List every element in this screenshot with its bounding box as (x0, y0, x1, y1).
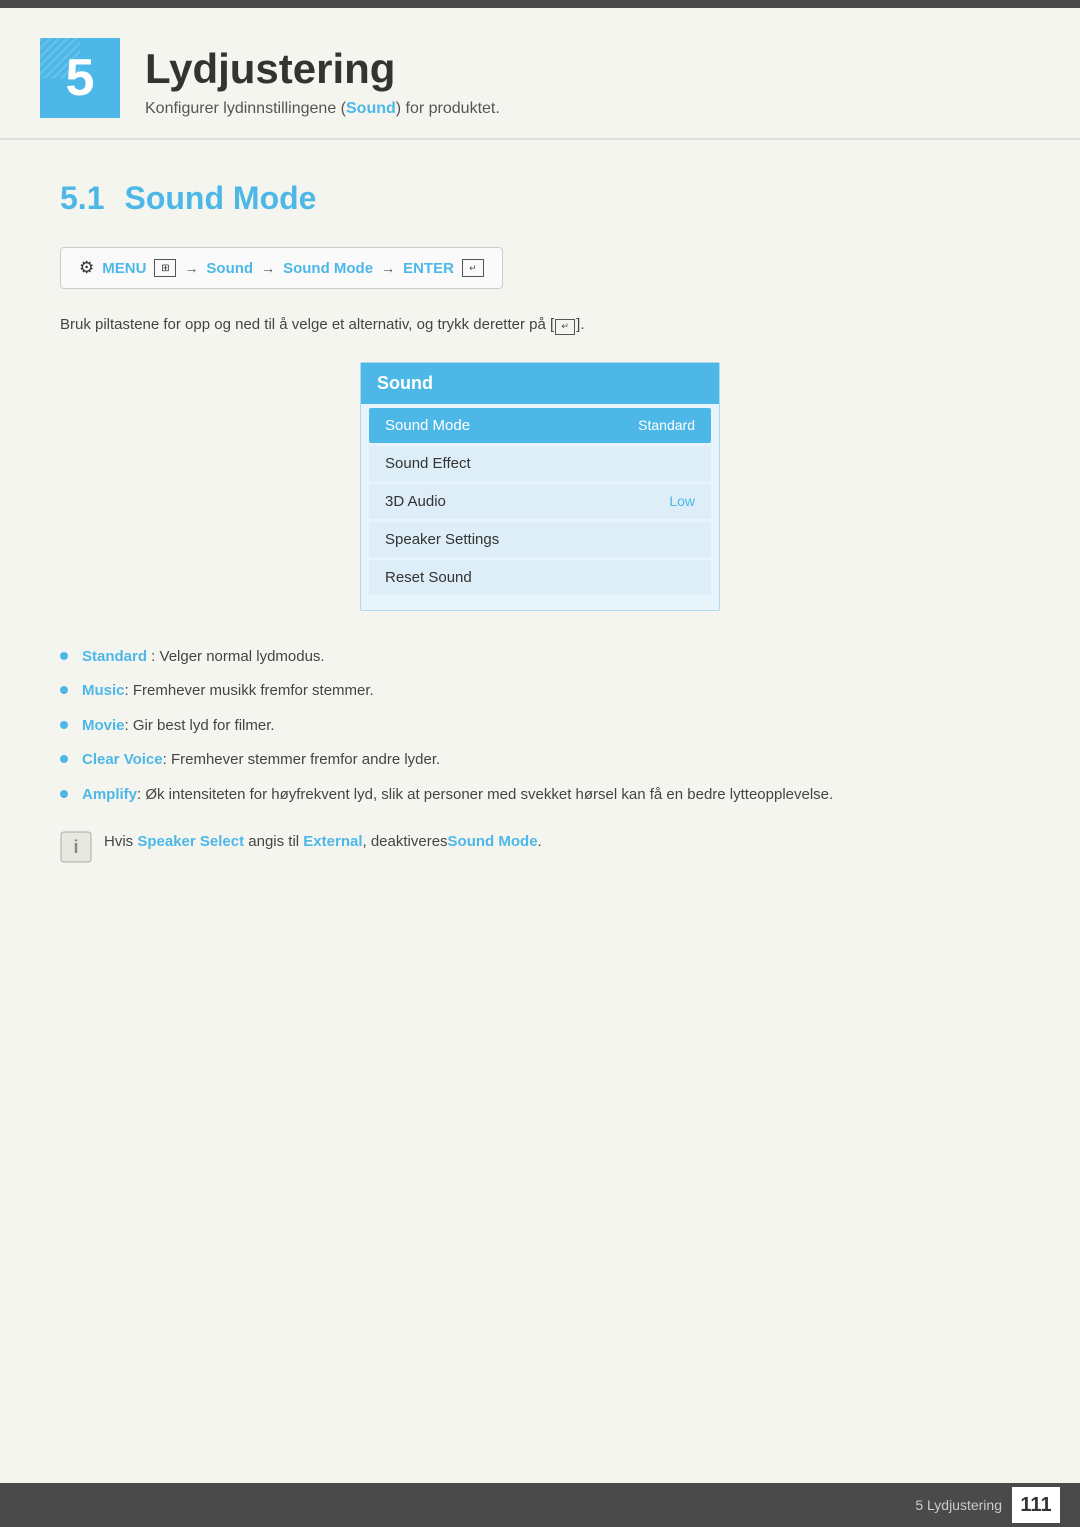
menu-item-speaker-settings[interactable]: Speaker Settings (369, 522, 711, 557)
nav-path: ⚙ MENU ⊞ → Sound → Sound Mode → ENTER ↵ (60, 247, 503, 289)
page-number: 111 (1012, 1487, 1060, 1523)
section-heading: 5.1 Sound Mode (60, 180, 1020, 217)
chapter-subtitle: Konfigurer lydinnstillingene (Sound) for… (145, 100, 500, 118)
list-item: Standard : Velger normal lydmodus. (60, 646, 1020, 669)
bullet-dot (60, 652, 68, 660)
menu-item-label: Sound Effect (385, 455, 471, 472)
sound-menu: Sound Sound Mode Standard Sound Effect 3… (360, 362, 720, 611)
chapter-number: 5 (40, 38, 120, 118)
menu-item-label: Speaker Settings (385, 531, 499, 548)
list-item: Music: Fremhever musikk fremfor stemmer. (60, 680, 1020, 703)
footer: 5 Lydjustering 111 (0, 1483, 1080, 1527)
main-content: 5.1 Sound Mode ⚙ MENU ⊞ → Sound → Sound … (0, 150, 1080, 943)
sound-menu-header: Sound (361, 363, 719, 404)
enter-inline-icon: ↵ (555, 319, 575, 335)
nav-sound-mode: Sound Mode (283, 260, 373, 277)
list-item: Movie: Gir best lyd for filmer. (60, 715, 1020, 738)
nav-enter-label: ENTER (403, 260, 454, 277)
bullet-dot (60, 755, 68, 763)
section-number: 5.1 (60, 180, 104, 217)
menu-item-reset-sound[interactable]: Reset Sound (369, 560, 711, 595)
bullet-dot (60, 790, 68, 798)
list-item: Clear Voice: Fremhever stemmer fremfor a… (60, 749, 1020, 772)
top-bar (0, 0, 1080, 8)
settings-icon: ⚙ (79, 258, 94, 278)
menu-item-sound-effect[interactable]: Sound Effect (369, 446, 711, 481)
menu-container: Sound Sound Mode Standard Sound Effect 3… (60, 362, 1020, 611)
menu-item-label: Sound Mode (385, 417, 470, 434)
menu-item-3d-audio[interactable]: 3D Audio Low (369, 484, 711, 519)
note-box: i Hvis Speaker Select angis til External… (60, 831, 1020, 863)
chapter-header: 5 Lydjustering Konfigurer lydinnstilling… (0, 8, 1080, 140)
list-item: Amplify: Øk intensiteten for høyfrekvent… (60, 784, 1020, 807)
chapter-title: Lydjustering (145, 46, 500, 92)
bullet-list: Standard : Velger normal lydmodus. Music… (60, 646, 1020, 807)
menu-item-value: Low (669, 493, 695, 509)
note-text: Hvis Speaker Select angis til External, … (104, 831, 542, 854)
description-text: Bruk piltastene for opp og ned til å vel… (60, 314, 1020, 337)
nav-menu: MENU (102, 260, 146, 277)
section-title: Sound Mode (124, 180, 316, 217)
menu-item-sound-mode[interactable]: Sound Mode Standard (369, 408, 711, 443)
footer-label: 5 Lydjustering (915, 1497, 1002, 1513)
menu-grid-icon: ⊞ (154, 259, 176, 277)
chapter-title-area: Lydjustering Konfigurer lydinnstillingen… (145, 38, 500, 118)
enter-icon: ↵ (462, 259, 484, 277)
bullet-dot (60, 721, 68, 729)
nav-sound: Sound (206, 260, 253, 277)
bullet-dot (60, 686, 68, 694)
svg-text:i: i (73, 837, 78, 857)
note-icon: i (60, 831, 92, 863)
menu-item-value: Standard (638, 417, 695, 433)
menu-item-label: Reset Sound (385, 569, 472, 586)
menu-item-label: 3D Audio (385, 493, 446, 510)
